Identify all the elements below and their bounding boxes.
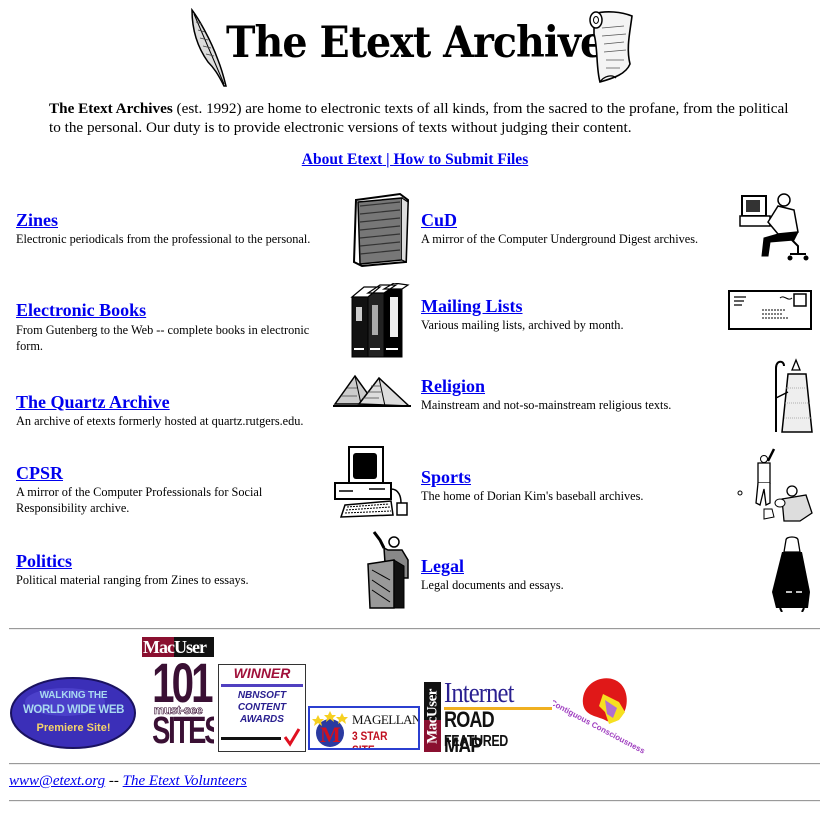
bishop-icon <box>775 358 813 433</box>
badge-macuser-101[interactable]: MacUser 101 must-see SITES <box>142 637 214 751</box>
etext-volunteers-link[interactable]: The Etext Volunteers <box>123 773 247 789</box>
badge-contiguous-consciousness[interactable]: Contiguous Consciousness <box>553 672 653 754</box>
baseball-players-icon <box>737 448 813 522</box>
badge-nbnsoft-line1: NBNSOFT <box>237 690 287 701</box>
section-link-electronic-books[interactable]: Electronic Books <box>16 300 146 321</box>
badge-walking-the-www[interactable]: WALKING THE WORLD WIDE WEB Premiere Site… <box>9 676 138 750</box>
how-to-submit-link[interactable]: How to Submit Files <box>393 151 528 168</box>
badge-magellan-name: MAGELLAN <box>352 712 420 727</box>
badge-nbnsoft-top: WINNER <box>233 665 291 681</box>
books-icon <box>350 283 410 358</box>
section-link-cpsr[interactable]: CPSR <box>16 463 63 484</box>
top-links-separator: | <box>382 151 394 168</box>
badge-nbnsoft-line2: CONTENT <box>237 702 287 713</box>
scroll-icon <box>589 11 633 83</box>
section-desc-cpsr: A mirror of the Computer Professionals f… <box>16 485 263 515</box>
badge-www-line2: WORLD WIDE WEB <box>22 704 125 716</box>
computer-icon <box>334 446 408 518</box>
section-link-sports[interactable]: Sports <box>421 467 471 488</box>
section-link-religion[interactable]: Religion <box>421 376 485 397</box>
section-desc-mailing-lists: Various mailing lists, archived by month… <box>421 318 624 332</box>
email-link[interactable]: www@etext.org <box>9 773 105 789</box>
intro-site-name: The Etext Archives <box>49 100 173 117</box>
badge-roadmap-line3: FEATURED SITE <box>444 733 508 752</box>
section-desc-cud: A mirror of the Computer Underground Dig… <box>421 232 699 246</box>
hacker-at-computer-icon <box>739 193 809 261</box>
envelope-icon <box>728 290 812 330</box>
section-desc-legal: Legal documents and essays. <box>421 578 564 592</box>
divider-top <box>9 628 820 630</box>
section-desc-quartz-archive: An archive of etexts formerly hosted at … <box>16 414 304 428</box>
badge-roadmap-line1: Internet <box>444 682 514 709</box>
footer: www@etext.org -- The Etext Volunteers <box>9 773 247 790</box>
badge-magellan-3-star[interactable]: M MAGELLAN 3 STAR SITE <box>308 706 420 750</box>
footer-separator: -- <box>105 773 123 789</box>
section-desc-politics: Political material ranging from Zines to… <box>16 573 249 587</box>
section-link-politics[interactable]: Politics <box>16 551 72 572</box>
section-desc-zines: Electronic periodicals from the professi… <box>16 232 311 246</box>
divider-middle <box>9 763 820 765</box>
badge-roadmap-brand: MacUser <box>424 689 441 744</box>
badge-nbnsoft-line3: AWARDS <box>240 714 284 725</box>
badge-nbnsoft-winner[interactable]: WINNER NBNSOFT CONTENT AWARDS <box>218 664 306 752</box>
about-etext-link[interactable]: About Etext <box>302 151 383 168</box>
badge-magellan-letter: M <box>320 722 341 747</box>
badge-internet-road-map[interactable]: MacUser Internet ROAD MAP FEATURED SITE <box>424 682 552 752</box>
pyramids-icon <box>333 374 411 407</box>
section-link-cud[interactable]: CuD <box>421 210 457 231</box>
section-desc-sports: The home of Dorian Kim's baseball archiv… <box>421 489 644 503</box>
site-header: The Etext Archives <box>0 0 830 90</box>
judge-icon <box>772 536 810 612</box>
section-link-mailing-lists[interactable]: Mailing Lists <box>421 296 523 317</box>
section-link-zines[interactable]: Zines <box>16 210 58 231</box>
section-desc-religion: Mainstream and not-so-mainstream religio… <box>421 398 672 412</box>
section-desc-electronic-books: From Gutenberg to the Web -- complete bo… <box>16 323 310 353</box>
site-logo-title: The Etext Archives <box>226 18 627 68</box>
top-links: About Etext | How to Submit Files <box>0 151 830 169</box>
quill-pen-icon <box>191 8 227 87</box>
badge-www-line1: WALKING THE <box>39 690 108 701</box>
magazine-icon <box>352 192 410 268</box>
divider-bottom <box>9 800 820 802</box>
badge-www-line3: Premiere Site! <box>36 722 111 734</box>
badge-magellan-rating: 3 STAR SITE <box>352 729 388 750</box>
checkmark-icon <box>283 728 301 747</box>
badge-macuser-bottom: SITES <box>152 710 214 751</box>
intro-paragraph: The Etext Archives (est. 1992) are home … <box>49 99 789 137</box>
section-link-quartz-archive[interactable]: The Quartz Archive <box>16 392 170 413</box>
politician-podium-icon <box>367 531 409 609</box>
section-link-legal[interactable]: Legal <box>421 556 464 577</box>
